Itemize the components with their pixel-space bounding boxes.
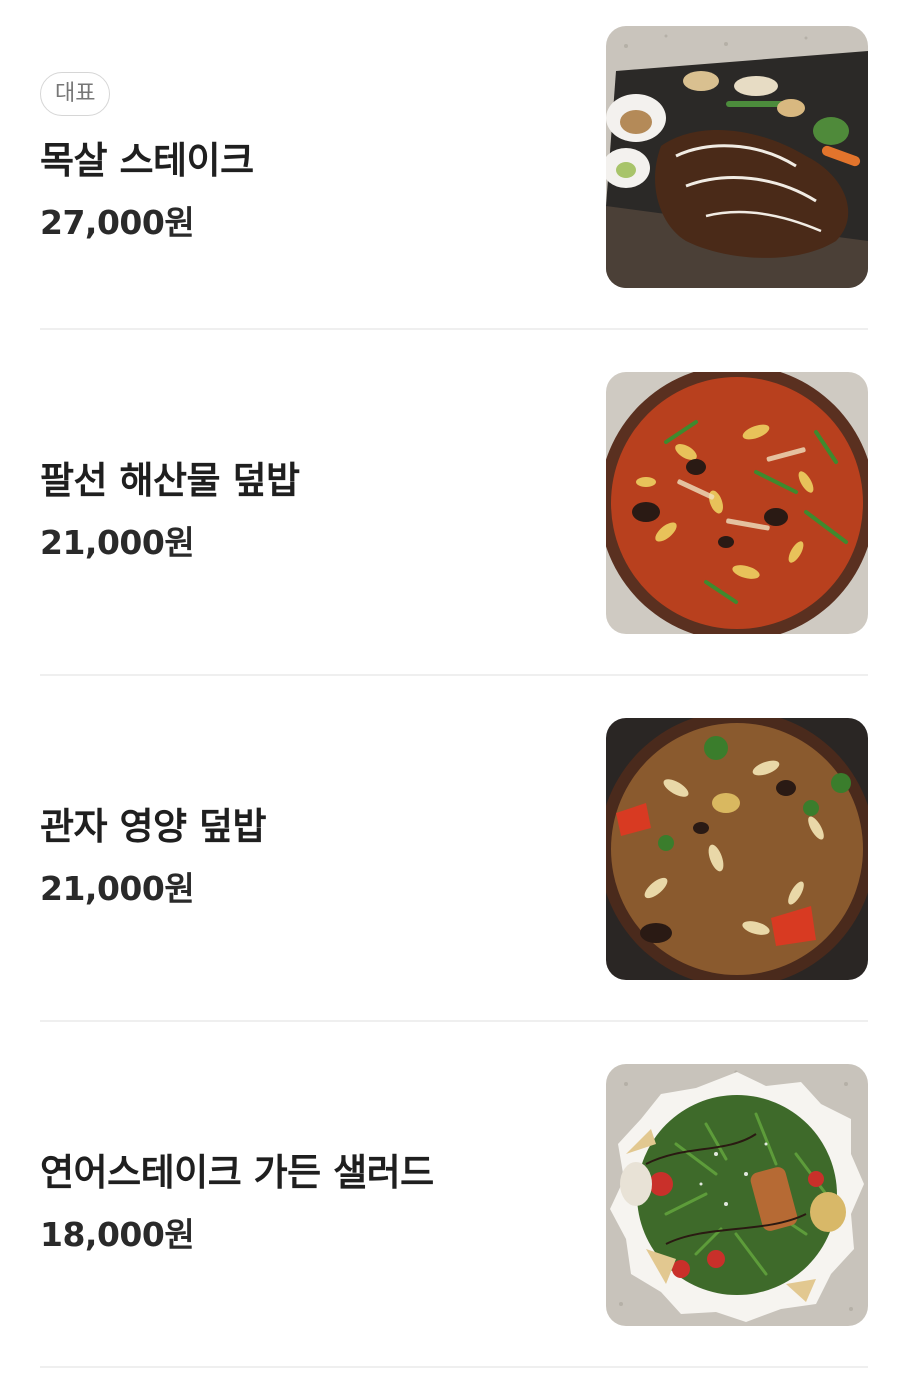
menu-item-info: 연어스테이크 가든 샐러드 18,000원 (40, 1038, 580, 1379)
salmon-salad-photo[interactable] (606, 1064, 868, 1326)
menu-item-price: 21,000원 (40, 869, 195, 908)
menu-item-price: 27,000원 (40, 203, 195, 242)
item-divider (40, 1366, 868, 1368)
seafood-rice-bowl-photo[interactable] (606, 372, 868, 634)
menu-item-info: 팔선 해산물 덮밥 21,000원 (40, 346, 580, 692)
menu-item-name: 관자 영양 덮밥 (40, 805, 267, 848)
item-divider (40, 328, 868, 330)
menu-list: 대표 목살 스테이크 27,000원 팔선 해산물 덮밥 21,000원 관자 … (0, 0, 900, 1379)
menu-item-price: 18,000원 (40, 1215, 195, 1254)
signature-badge: 대표 (40, 72, 111, 116)
menu-item[interactable]: 대표 목살 스테이크 27,000원 (40, 0, 868, 346)
menu-item-name: 목살 스테이크 (40, 139, 254, 182)
item-divider (40, 1020, 868, 1022)
menu-item[interactable]: 연어스테이크 가든 샐러드 18,000원 (40, 1038, 868, 1379)
menu-item[interactable]: 팔선 해산물 덮밥 21,000원 (40, 346, 868, 692)
menu-item-price: 21,000원 (40, 523, 195, 562)
menu-item-info: 관자 영양 덮밥 21,000원 (40, 692, 580, 1038)
menu-item-name: 연어스테이크 가든 샐러드 (40, 1151, 434, 1194)
menu-item[interactable]: 관자 영양 덮밥 21,000원 (40, 692, 868, 1038)
scallop-rice-bowl-photo[interactable] (606, 718, 868, 980)
item-divider (40, 674, 868, 676)
pork-steak-photo[interactable] (606, 26, 868, 288)
menu-item-info: 대표 목살 스테이크 27,000원 (40, 0, 580, 346)
menu-item-name: 팔선 해산물 덮밥 (40, 459, 300, 502)
